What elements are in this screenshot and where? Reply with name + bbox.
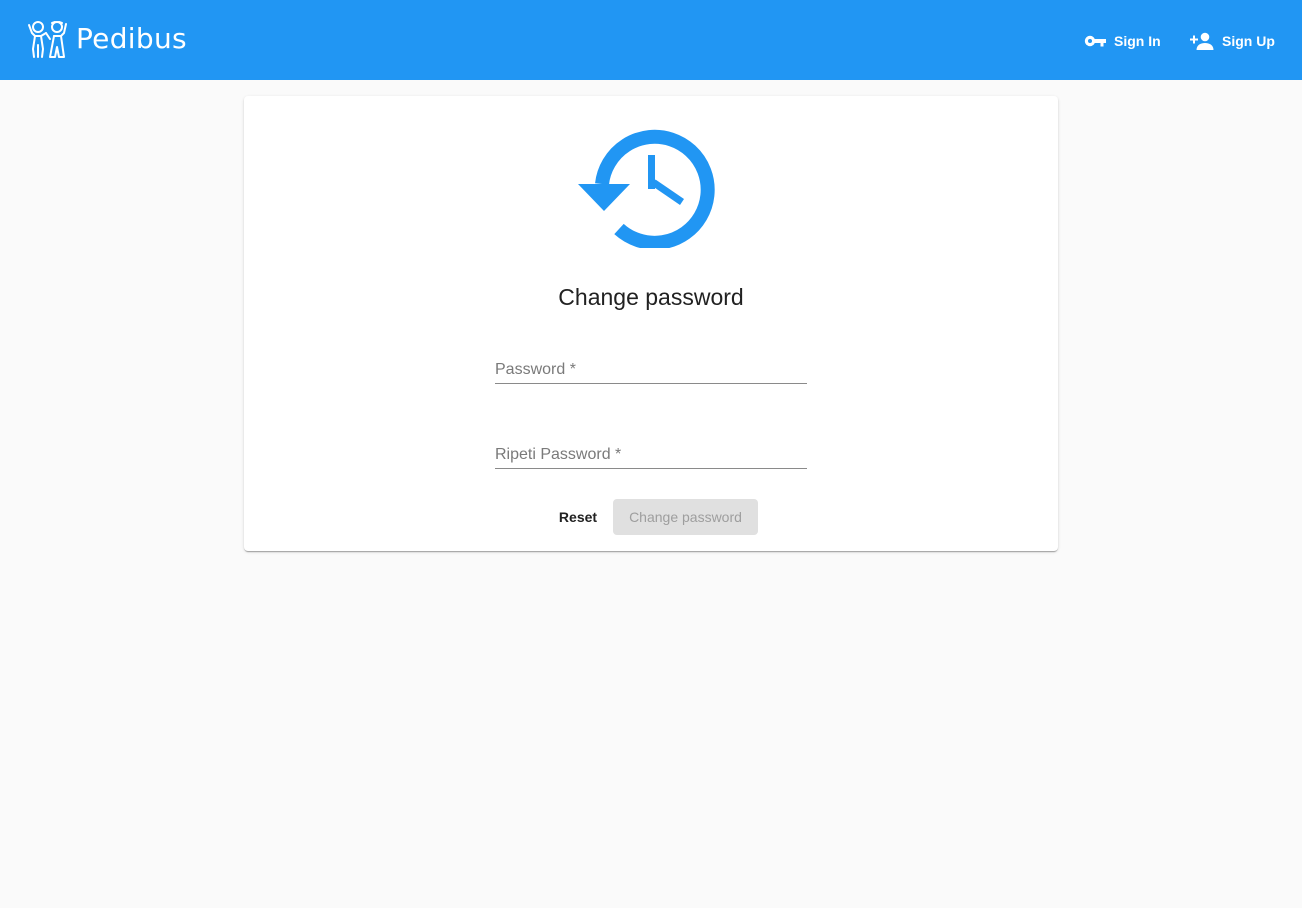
sign-in-label: Sign In	[1114, 33, 1161, 49]
app-name: Pedibus	[76, 22, 187, 55]
person-add-icon	[1190, 32, 1214, 50]
password-field[interactable]	[495, 344, 807, 384]
password-field-wrapper	[495, 344, 807, 384]
restore-icon	[578, 129, 715, 248]
key-icon	[1084, 35, 1106, 47]
brand[interactable]: Pedibus	[26, 18, 187, 60]
sign-in-button[interactable]: Sign In	[1084, 24, 1161, 58]
repeat-password-field-wrapper	[495, 429, 807, 469]
change-password-button[interactable]: Change password	[613, 499, 758, 535]
sign-up-button[interactable]: Sign Up	[1190, 24, 1275, 58]
app-toolbar: Pedibus Sign In Sign Up	[0, 0, 1302, 80]
children-icon	[28, 21, 67, 58]
change-password-card: Change password Reset Change password	[244, 96, 1058, 551]
page-title: Change password	[558, 284, 744, 310]
sign-up-label: Sign Up	[1222, 33, 1275, 49]
reset-button[interactable]: Reset	[552, 500, 604, 534]
repeat-password-field[interactable]	[495, 429, 807, 469]
